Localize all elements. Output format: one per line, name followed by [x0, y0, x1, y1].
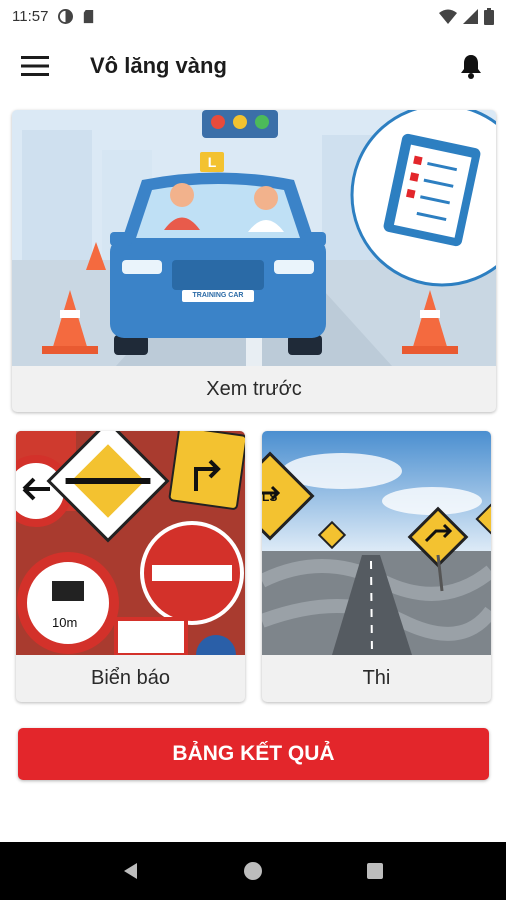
bell-icon: [461, 55, 481, 79]
signs-label: Biển báo: [91, 667, 170, 689]
signal-icon: [463, 8, 478, 24]
sd-card-icon: [84, 9, 94, 23]
exam-card[interactable]: LS Thi: [262, 431, 491, 702]
hamburger-menu-icon: [21, 56, 49, 76]
preview-card[interactable]: TRAINING CAR L Xem trước: [12, 110, 496, 412]
home-icon[interactable]: [243, 861, 263, 881]
page-title: Vô lăng vàng: [90, 53, 227, 78]
notifications-button[interactable]: [436, 32, 506, 100]
wifi-icon: [439, 9, 457, 24]
system-nav-bar: [0, 842, 506, 900]
exam-label: Thi: [362, 667, 391, 689]
data-saver-icon: [58, 8, 74, 24]
results-button[interactable]: BẢNG KẾT QUẢ: [18, 728, 489, 780]
winding-roads-photo: LS: [262, 431, 491, 655]
svg-text:10m: 10m: [52, 615, 77, 630]
menu-button[interactable]: [0, 32, 70, 100]
battery-icon: [484, 7, 494, 25]
status-bar: 11:57: [0, 0, 506, 32]
car-plate: TRAINING CAR: [192, 292, 244, 299]
preview-label: Xem trước: [206, 378, 302, 400]
car-badge: L: [207, 154, 217, 170]
recents-icon[interactable]: [365, 861, 385, 881]
signs-card[interactable]: 10m Biển báo: [16, 431, 245, 702]
traffic-signs-photo: 10m: [16, 431, 245, 655]
status-time: 11:57: [12, 7, 49, 25]
training-car-illustration: [12, 110, 496, 366]
back-icon[interactable]: [121, 861, 141, 881]
svg-text:LS: LS: [262, 490, 277, 504]
app-bar: Vô lăng vàng: [0, 32, 506, 100]
